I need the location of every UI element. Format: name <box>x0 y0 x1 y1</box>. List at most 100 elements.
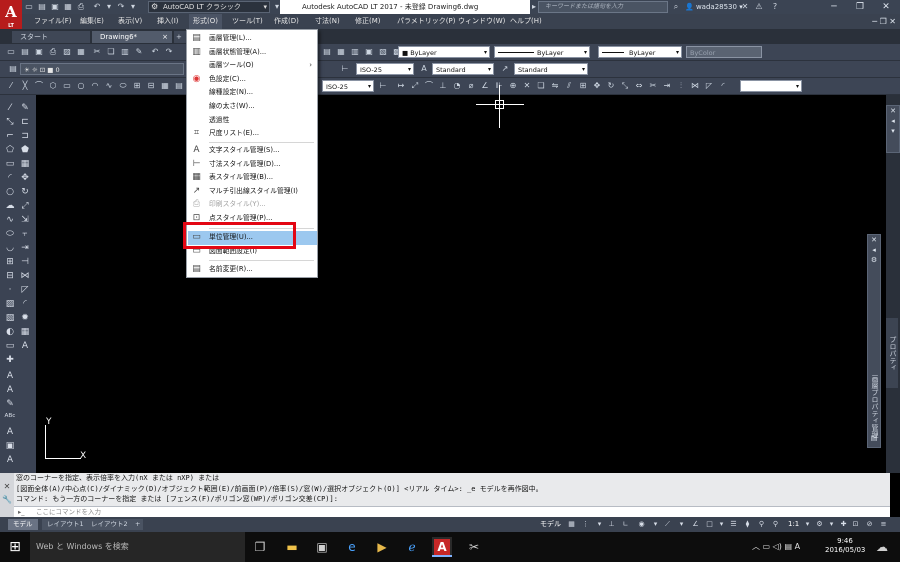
insert-block-icon[interactable]: ⊞ <box>132 81 142 91</box>
isolate-icon[interactable]: ⊡ <box>850 519 861 530</box>
ellipse-icon[interactable]: ⬭ <box>118 81 128 91</box>
menu-edit[interactable]: 編集(E) <box>76 14 108 29</box>
menu-item-text-style[interactable]: A 文字スタイル管理(S)... <box>188 144 317 158</box>
spline-icon[interactable]: ∿ <box>3 214 17 226</box>
copy-object-icon[interactable]: ⊏ <box>18 116 32 128</box>
line-icon[interactable]: ⁄ <box>3 102 17 114</box>
region-icon[interactable]: ◐ <box>3 326 17 338</box>
menu-help[interactable]: ヘルプ(H) <box>506 14 546 29</box>
menu-draw[interactable]: 作成(D) <box>270 14 303 29</box>
textstyle-dropdown[interactable]: Standard ▾ <box>432 63 494 75</box>
file-explorer-icon[interactable]: ▬ <box>282 537 302 557</box>
polygon-icon[interactable]: ⬠ <box>3 144 17 156</box>
save-icon[interactable]: ▣ <box>34 47 44 57</box>
close-button[interactable]: ✕ <box>872 0 900 14</box>
menu-item-scale-list[interactable]: ⌗ 尺度リスト(E)... <box>188 127 317 141</box>
menu-format[interactable]: 形式(O) <box>189 14 222 29</box>
xline-icon[interactable]: ╳ <box>20 81 30 91</box>
menu-file[interactable]: ファイル(F) <box>30 14 76 29</box>
lineweight-dropdown[interactable]: ByLayer ▾ <box>598 46 682 58</box>
object-snap-icon[interactable]: □ <box>704 519 715 530</box>
tab-model[interactable]: モデル <box>8 519 38 530</box>
diameter-icon[interactable]: ⌀ <box>466 81 476 91</box>
menu-item-color[interactable]: ◉ 色設定(C)... <box>188 73 317 87</box>
arc-icon[interactable]: ◠ <box>90 81 100 91</box>
polygon-icon[interactable]: ⬡ <box>48 81 58 91</box>
chamfer-icon[interactable]: ◸ <box>704 81 714 91</box>
isodraft-icon[interactable]: ⟋ <box>662 519 673 530</box>
annotation-visibility-icon[interactable]: ⚲ <box>756 519 767 530</box>
menu-parametric[interactable]: パラメトリック(P) <box>393 14 459 29</box>
notification-icon[interactable]: ☁ <box>872 537 892 557</box>
layer-dropdown[interactable]: ☀ ☼ ⊡ ■ 0 <box>20 63 184 75</box>
dimstyle2-dropdown[interactable]: ISO-25 ▾ <box>322 80 374 92</box>
add-selected-icon[interactable]: ✚ <box>3 354 17 366</box>
workspace-dropdown-icon[interactable]: ▾ <box>826 519 837 530</box>
infer-icon[interactable]: ⊥ <box>606 519 617 530</box>
trim-icon[interactable]: ⫟ <box>18 228 32 240</box>
gradient-icon[interactable]: ▧ <box>3 312 17 324</box>
copy-object-icon[interactable]: ❏ <box>536 81 546 91</box>
redo-dropdown-icon[interactable]: ▾ <box>128 2 138 12</box>
angular-icon[interactable]: ∠ <box>480 81 490 91</box>
close-icon[interactable]: ✕ <box>868 235 880 245</box>
ellipse-arc-icon[interactable]: ◡ <box>3 242 17 254</box>
taskbar-search[interactable]: Web と Windows を検索 <box>30 532 245 562</box>
new-icon[interactable]: ▭ <box>24 2 34 12</box>
autocad-taskbar-icon[interactable]: A <box>432 537 452 557</box>
rotate-icon[interactable]: ↻ <box>606 81 616 91</box>
hatch-icon[interactable]: ▨ <box>3 298 17 310</box>
restore-button[interactable]: ❐ <box>846 0 874 14</box>
rotate-icon[interactable]: ↻ <box>18 186 32 198</box>
workspace-select[interactable]: ⚙ AutoCAD LT クラシック ▾ <box>148 1 270 13</box>
ordinate-icon[interactable]: ⊥ <box>438 81 448 91</box>
text-icon[interactable]: A <box>3 370 17 382</box>
justify-text-icon[interactable]: A <box>3 454 17 466</box>
design-center-icon[interactable]: ▦ <box>336 47 346 57</box>
document-window-controls[interactable]: ─ ❐ ✕ <box>872 14 896 29</box>
stretch-icon[interactable]: ⇔ <box>634 81 644 91</box>
menu-item-dim-style[interactable]: ⊢ 寸法スタイル管理(D)... <box>188 158 317 172</box>
point-icon[interactable]: · <box>3 284 17 296</box>
menu-item-layer-state[interactable]: ▥ 画層状態管理(A)... <box>188 46 317 60</box>
find-icon[interactable]: ✎ <box>3 398 17 410</box>
dimension-style-icon[interactable]: ⊢ <box>340 64 350 74</box>
exchange-icon[interactable]: ✕ <box>740 2 750 12</box>
menu-item-lineweight[interactable]: 線の太さ(W)... <box>188 100 317 114</box>
autohide-icon[interactable]: ◂ <box>887 116 899 126</box>
open-icon[interactable]: ▤ <box>37 2 47 12</box>
menu-item-transparency[interactable]: 透過性 <box>188 114 317 128</box>
mtext-icon[interactable]: A <box>18 340 32 352</box>
menu-item-table-style[interactable]: ▦ 表スタイル管理(B)... <box>188 171 317 185</box>
menu-item-rename[interactable]: ▤ 名前変更(R)... <box>188 263 317 277</box>
match-properties-icon[interactable]: ✎ <box>134 47 144 57</box>
properties-icon[interactable]: ▤ <box>322 47 332 57</box>
command-input[interactable]: ▸_ ここにコマンドを入力 <box>14 506 890 517</box>
plot-icon[interactable]: ⎙ <box>76 2 86 12</box>
annotation-scale[interactable]: 1:1 <box>788 519 799 530</box>
redo-icon[interactable]: ↷ <box>164 47 174 57</box>
spell-check-icon[interactable]: ᴬᴮᶜ <box>3 412 17 424</box>
ime-indicator[interactable]: A <box>795 542 800 551</box>
break-icon[interactable]: ⊣ <box>18 256 32 268</box>
fillet-icon[interactable]: ◜ <box>718 81 728 91</box>
menu-item-mleader-style[interactable]: ↗ マルチ引出線スタイル管理(I) <box>188 185 317 199</box>
hamburger-menu-icon[interactable]: ≡ <box>878 519 889 530</box>
cut-icon[interactable]: ✂ <box>92 47 102 57</box>
polyline-icon[interactable]: ⌒ <box>34 81 44 91</box>
transparency-icon[interactable]: ⧫ <box>742 519 753 530</box>
menu-tools[interactable]: ツール(T) <box>228 14 267 29</box>
model-space-toggle[interactable]: モデル <box>540 519 561 530</box>
paste-icon[interactable]: ▥ <box>120 47 130 57</box>
tab-start[interactable]: スタート <box>12 31 90 43</box>
extend-icon[interactable]: ⇥ <box>662 81 672 91</box>
save-icon[interactable]: ▣ <box>50 2 60 12</box>
fillet-icon[interactable]: ◜ <box>18 298 32 310</box>
make-block-icon[interactable]: ⊟ <box>3 270 17 282</box>
menu-item-layer-tools[interactable]: 画層ツール(O) › <box>188 59 317 73</box>
text-align-icon[interactable]: A <box>3 426 17 438</box>
publish-icon[interactable]: ▦ <box>76 47 86 57</box>
search-icon[interactable]: ⌕ <box>671 2 681 12</box>
auto-scale-icon[interactable]: ⚲ <box>770 519 781 530</box>
polar-dropdown-icon[interactable]: ▾ <box>650 519 661 530</box>
